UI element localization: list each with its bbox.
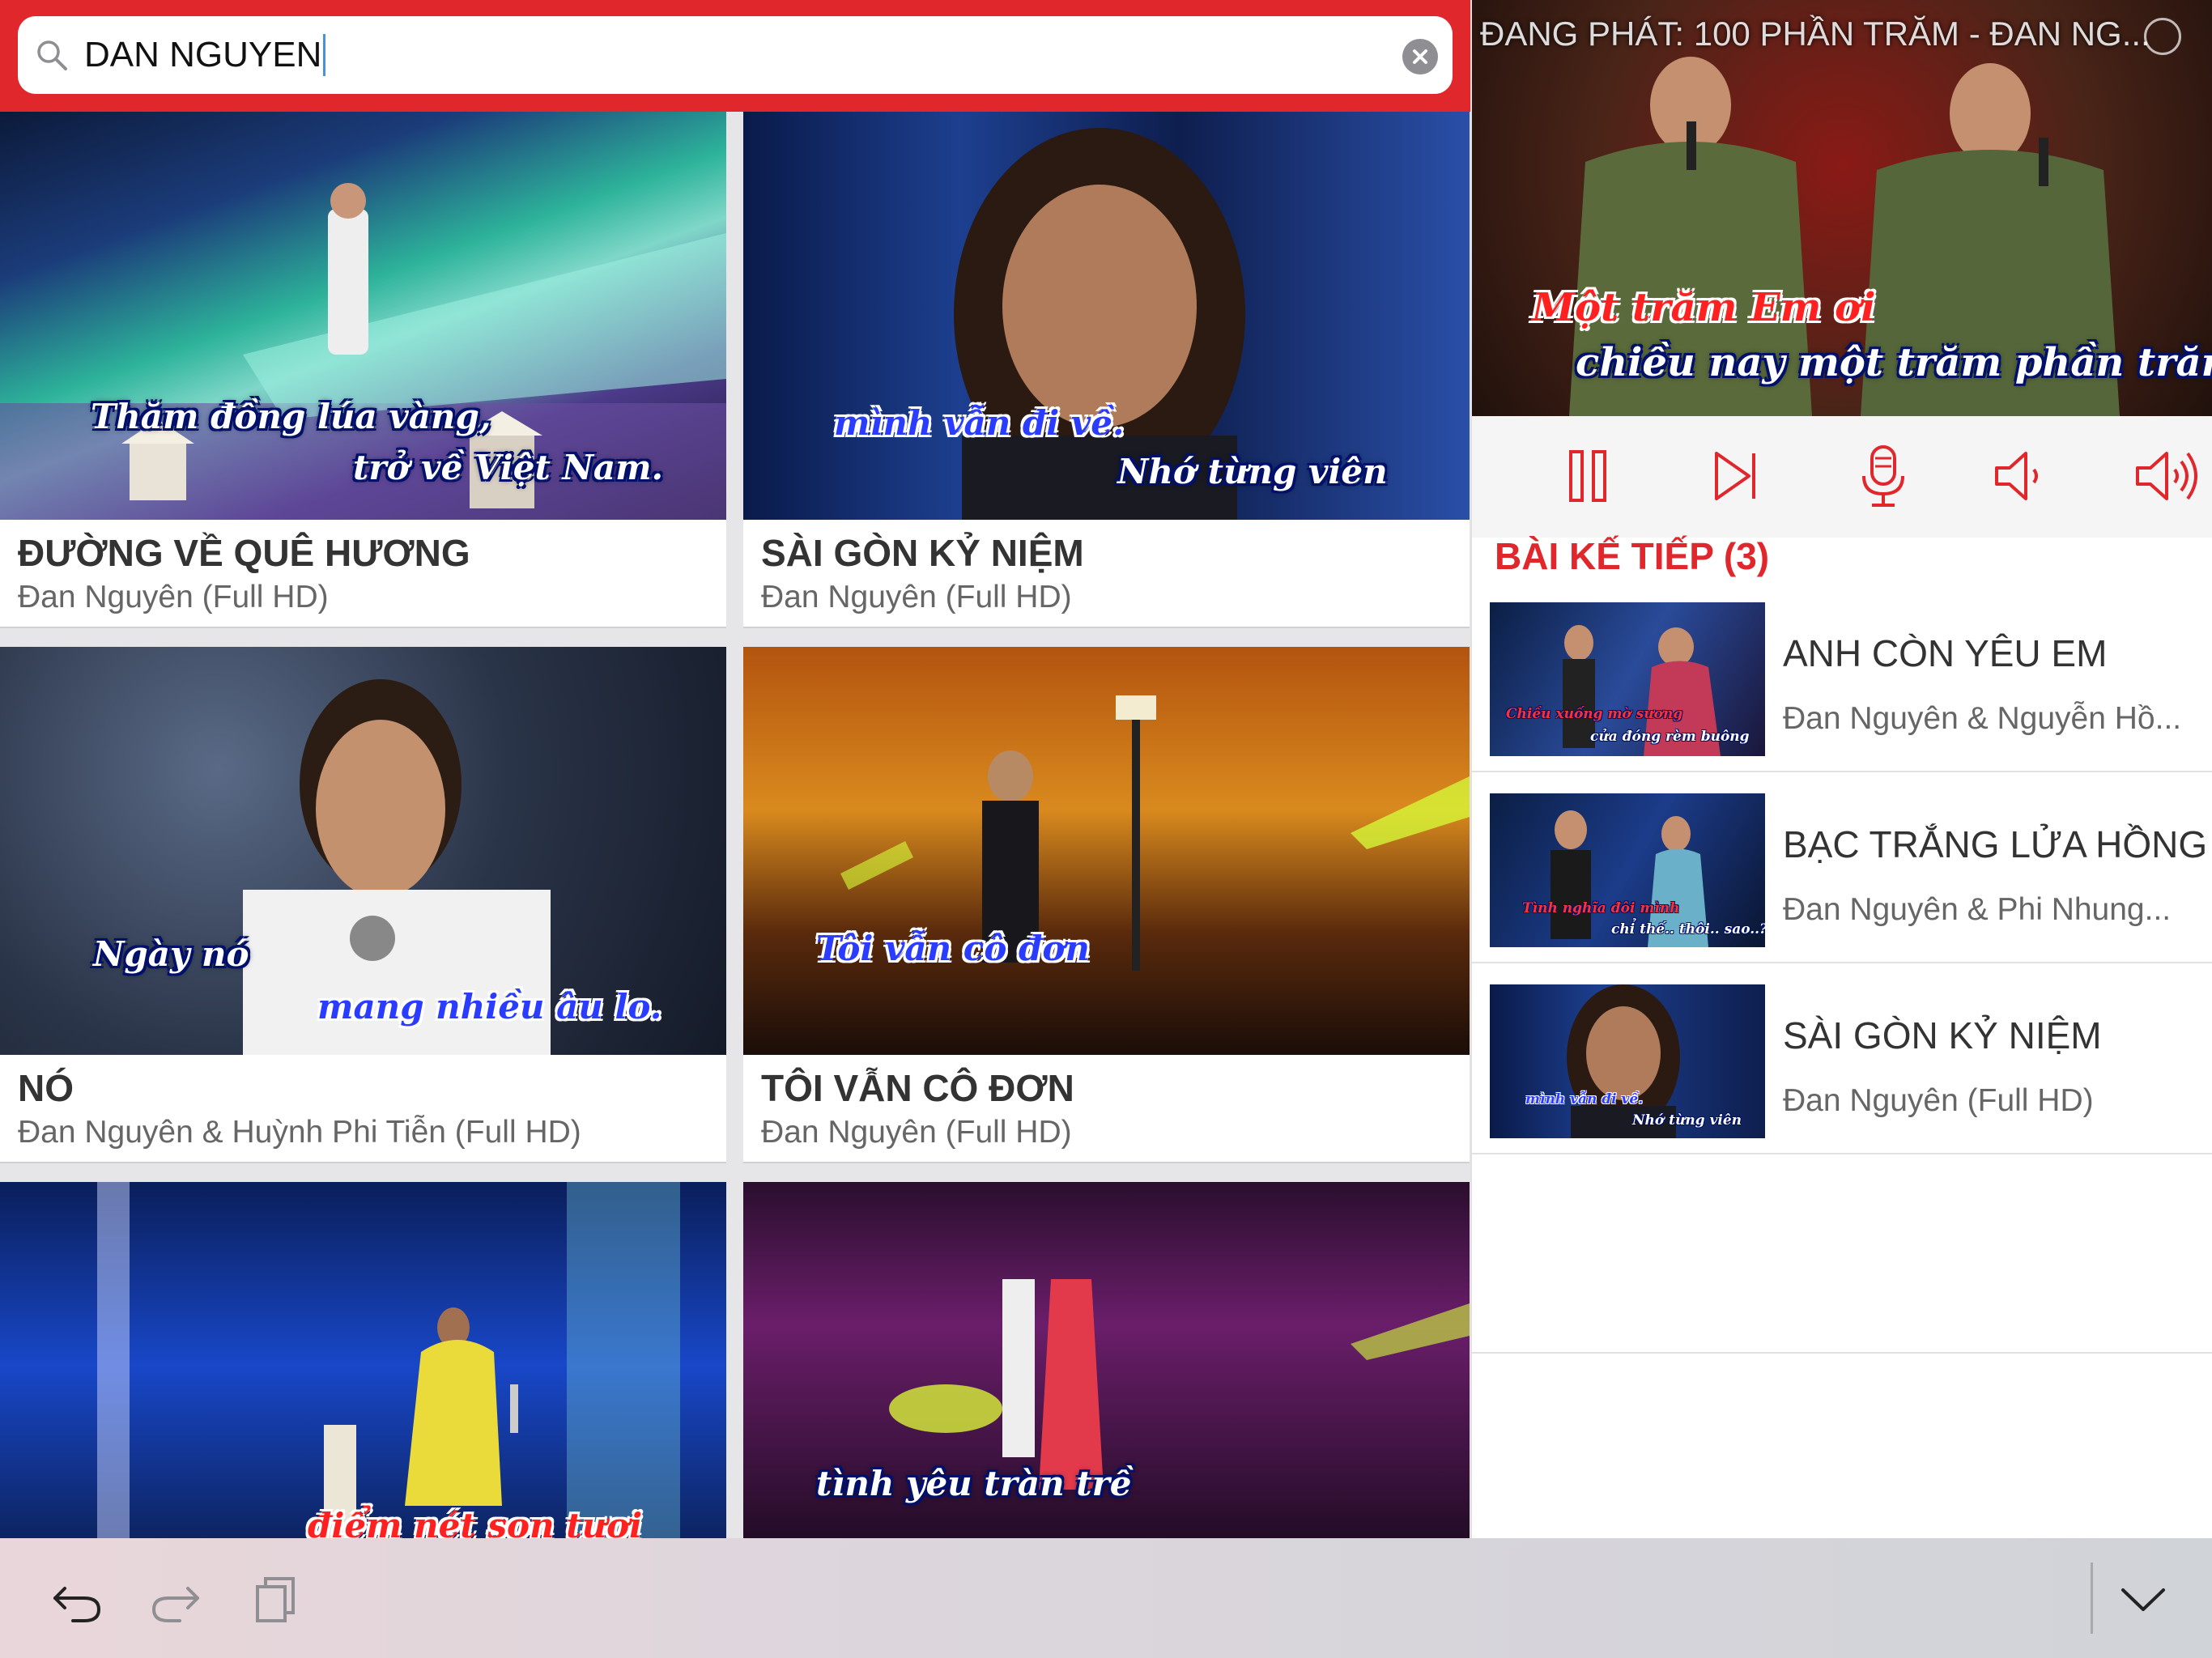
now-playing-title: ĐANG PHÁT: 100 PHẦN TRĂM - ĐAN NG...: [1480, 15, 2150, 53]
queue-thumbnail: Tình nghĩa đôi mình chỉ thế.. thôi.. sao…: [1490, 793, 1765, 947]
dismiss-keyboard-button[interactable]: [2115, 1571, 2172, 1627]
info-icon[interactable]: [2144, 18, 2181, 55]
microphone-button[interactable]: [1843, 436, 1924, 517]
skip-next-icon: [1715, 452, 1755, 500]
volume-up-button[interactable]: [2126, 436, 2207, 517]
video-thumbnail: tình yêu tràn trề: [743, 1182, 1470, 1538]
song-title: TÔI VẪN CÔ ĐƠN: [761, 1067, 1074, 1109]
queue-song-title: ANH CÒN YÊU EM: [1783, 632, 2108, 674]
video-thumbnail: Ngày nó mang nhiều âu lo.: [0, 647, 726, 1055]
result-card[interactable]: điểm nét son tươi: [0, 1182, 726, 1538]
undo-button[interactable]: [49, 1571, 105, 1627]
volume-down-icon: [1995, 452, 2038, 500]
lyric-line: điểm nét son tươi: [308, 1506, 643, 1538]
divider: [1472, 1352, 2212, 1354]
search-query: DAN NGUYEN: [84, 34, 326, 76]
lyric-line: tình yêu tràn trề: [816, 1464, 1132, 1503]
microphone-icon: [1862, 445, 1904, 507]
redo-button[interactable]: [147, 1571, 204, 1627]
result-card[interactable]: Thăm đồng lúa vàng, trở về Việt Nam. ĐƯỜ…: [0, 112, 726, 628]
text-cursor: [323, 34, 326, 76]
next-button[interactable]: [1695, 436, 1776, 517]
keyboard-shortcut-bar: [0, 1538, 2212, 1658]
result-card[interactable]: Ngày nó mang nhiều âu lo. NÓ Đan Nguyên …: [0, 647, 726, 1163]
lyric-line: Ngày nó: [93, 934, 249, 974]
app-root: DAN NGUYEN Thăm đồng lúa vàng, trở về Vi…: [0, 0, 2212, 1658]
search-bar: DAN NGUYEN: [0, 0, 1470, 112]
lyric-line: Nhớ từng viên: [1117, 452, 1388, 491]
search-icon: [37, 40, 67, 70]
song-artist: Đan Nguyên (Full HD): [761, 1115, 1072, 1150]
queue-song-artist: Đan Nguyên & Phi Nhung...: [1783, 892, 2172, 927]
queue-item[interactable]: Tình nghĩa đôi mình chỉ thế.. thôi.. sao…: [1472, 772, 2212, 963]
clear-icon[interactable]: [1402, 39, 1438, 74]
lyric-line: mang nhiều âu lo.: [317, 987, 662, 1027]
song-title: NÓ: [18, 1067, 74, 1109]
player-pane: ĐANG PHÁT: 100 PHẦN TRĂM - ĐAN NG... Một…: [1470, 0, 2212, 1538]
pause-button[interactable]: [1548, 436, 1629, 517]
queue-item[interactable]: mình vẫn đi về. Nhớ từng viên SÀI GÒN KỶ…: [1472, 963, 2212, 1154]
lyric-line: cửa đóng rèm buông: [1590, 729, 1750, 745]
video-thumbnail: điểm nét son tươi: [0, 1182, 726, 1538]
lyric-line: trở về Việt Nam.: [353, 448, 664, 487]
queue-item[interactable]: Chiều xuống mờ sương cửa đóng rèm buông …: [1472, 581, 2212, 772]
chevron-down-icon: [2121, 1588, 2165, 1611]
song-artist: Đan Nguyên (Full HD): [761, 580, 1072, 614]
video-thumbnail: Tôi vẫn cô đơn: [743, 647, 1470, 1055]
song-title: SÀI GÒN KỶ NIỆM: [761, 532, 1084, 574]
result-card[interactable]: tình yêu tràn trề: [743, 1182, 1470, 1538]
lyric-line: chỉ thế.. thôi.. sao..?: [1611, 921, 1765, 937]
queue-thumbnail: Chiều xuống mờ sương cửa đóng rèm buông: [1490, 602, 1765, 756]
lyric-line: chiều nay một trăm phần trăm.: [1576, 340, 2212, 385]
toolbar-separator: [2091, 1562, 2093, 1634]
video-thumbnail: Thăm đồng lúa vàng, trở về Việt Nam.: [0, 112, 726, 520]
lyric-line: Chiều xuống mờ sương: [1506, 706, 1683, 722]
queue-thumbnail: mình vẫn đi về. Nhớ từng viên: [1490, 984, 1765, 1138]
search-query-text: DAN NGUYEN: [84, 35, 322, 74]
volume-up-icon: [2136, 452, 2197, 500]
song-title: ĐƯỜNG VỀ QUÊ HƯƠNG: [18, 532, 470, 574]
queue-song-title: BẠC TRẮNG LỬA HỒNG: [1783, 823, 2208, 865]
up-next-heading: BÀI KẾ TIẾP (3): [1495, 535, 1770, 577]
volume-down-button[interactable]: [1979, 436, 2060, 517]
result-card[interactable]: mình vẫn đi về. Nhớ từng viên SÀI GÒN KỶ…: [743, 112, 1470, 628]
song-artist: Đan Nguyên (Full HD): [18, 580, 329, 614]
redo-icon: [151, 1587, 199, 1622]
paste-icon: [256, 1577, 295, 1622]
video-player[interactable]: ĐANG PHÁT: 100 PHẦN TRĂM - ĐAN NG... Một…: [1472, 0, 2212, 416]
video-thumbnail: mình vẫn đi về. Nhớ từng viên: [743, 112, 1470, 520]
lyric-line: mình vẫn đi về.: [834, 403, 1125, 443]
queue-song-artist: Đan Nguyên (Full HD): [1783, 1083, 2094, 1118]
pause-icon: [1569, 450, 1606, 502]
lyric-line: Thăm đồng lúa vàng,: [91, 397, 491, 436]
lyric-line: Tôi vẫn cô đơn: [816, 929, 1090, 968]
queue-song-title: SÀI GÒN KỶ NIỆM: [1783, 1014, 2102, 1056]
lyric-line: Nhớ từng viên: [1632, 1112, 1742, 1129]
lyric-line: Tình nghĩa đôi mình: [1522, 900, 1680, 916]
result-card[interactable]: Tôi vẫn cô đơn TÔI VẪN CÔ ĐƠN Đan Nguyên…: [743, 647, 1470, 1163]
paste-button[interactable]: [246, 1571, 303, 1627]
results-pane: DAN NGUYEN Thăm đồng lúa vàng, trở về Vi…: [0, 0, 1470, 1538]
song-artist: Đan Nguyên & Huỳnh Phi Tiễn (Full HD): [18, 1115, 581, 1150]
player-controls: [1472, 416, 2212, 538]
search-input[interactable]: DAN NGUYEN: [18, 16, 1453, 94]
undo-icon: [53, 1587, 101, 1622]
lyric-line: mình vẫn đi về.: [1525, 1091, 1644, 1107]
queue-song-artist: Đan Nguyên & Nguyễn Hồ...: [1783, 701, 2182, 736]
lyric-line: Một trăm Em ơi: [1532, 285, 1876, 330]
